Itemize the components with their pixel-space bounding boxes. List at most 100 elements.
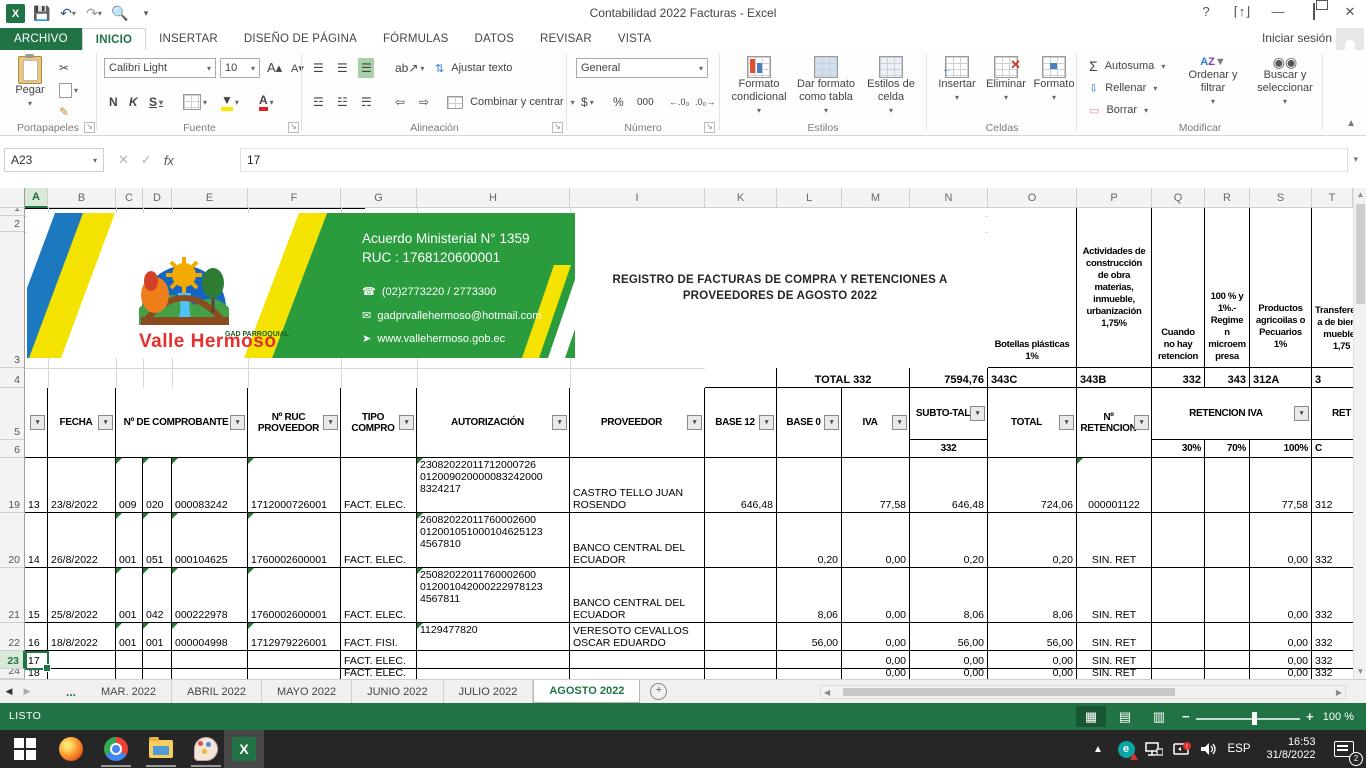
cell-L24[interactable] bbox=[777, 669, 842, 679]
cell-H23[interactable] bbox=[417, 651, 570, 669]
cell-N23[interactable]: 0,00 bbox=[910, 651, 988, 669]
cell-I20[interactable]: BANCO CENTRAL DEL ECUADOR bbox=[570, 513, 705, 568]
ribbon-tab-datos[interactable]: DATOS bbox=[461, 28, 527, 50]
cell-F24[interactable] bbox=[248, 669, 341, 679]
column-header-A[interactable]: A bbox=[25, 188, 48, 208]
cell-H21[interactable]: 25082022011760002600 0120010420002229781… bbox=[417, 568, 570, 623]
cell-Q21[interactable] bbox=[1152, 568, 1205, 623]
cell-M24[interactable]: 0,00 bbox=[842, 669, 910, 679]
filter-N-icon[interactable]: ▾ bbox=[970, 406, 985, 421]
sheet-tab-junio-2022[interactable]: JUNIO 2022 bbox=[352, 680, 444, 703]
column-header-C[interactable]: C bbox=[116, 188, 143, 208]
cell-K20[interactable] bbox=[705, 513, 777, 568]
increase-indent-icon[interactable]: ⇨ bbox=[416, 92, 432, 112]
clipboard-dialog-launcher-icon[interactable]: ↘ bbox=[84, 122, 95, 133]
cell-D22[interactable]: 001 bbox=[143, 623, 172, 651]
cell-H22[interactable]: 1129477820 bbox=[417, 623, 570, 651]
cell-F23[interactable] bbox=[248, 651, 341, 669]
ribbon-tab-archivo[interactable]: ARCHIVO bbox=[0, 28, 82, 50]
cell-F21[interactable]: 1760002600001 bbox=[248, 568, 341, 623]
cell-F20[interactable]: 1760002600001 bbox=[248, 513, 341, 568]
cell-K23[interactable] bbox=[705, 651, 777, 669]
cell-S21[interactable]: 0,00 bbox=[1250, 568, 1312, 623]
cell-S23[interactable]: 0,00 bbox=[1250, 651, 1312, 669]
cell-B20[interactable]: 26/8/2022 bbox=[48, 513, 116, 568]
table-header-A[interactable]: ▾ bbox=[25, 388, 48, 458]
cell-Q22[interactable] bbox=[1152, 623, 1205, 651]
name-box[interactable]: A23▾ bbox=[4, 148, 104, 172]
cell-I21[interactable]: BANCO CENTRAL DEL ECUADOR bbox=[570, 568, 705, 623]
align-bottom-icon[interactable]: ☰ bbox=[358, 58, 374, 78]
sheet-tabs-more[interactable] bbox=[36, 680, 56, 703]
help-button[interactable]: ? bbox=[1196, 4, 1216, 20]
sheet-tab-agosto-2022[interactable]: AGOSTO 2022 bbox=[533, 680, 640, 703]
filter-B-icon[interactable]: ▾ bbox=[98, 415, 113, 430]
column-header-G[interactable]: G bbox=[341, 188, 417, 208]
restore-button[interactable] bbox=[1304, 4, 1324, 20]
horizontal-scrollbar[interactable]: ◀ ▶ bbox=[820, 685, 1346, 699]
cell-A22[interactable]: 16 bbox=[25, 623, 48, 651]
scroll-right-icon[interactable]: ▶ bbox=[1336, 687, 1342, 698]
cell-Q4[interactable]: 332 bbox=[1152, 368, 1205, 388]
cell-P19[interactable]: 000001122 bbox=[1077, 458, 1152, 513]
cell-P20[interactable]: SIN. RET bbox=[1077, 513, 1152, 568]
column-header-S[interactable]: S bbox=[1250, 188, 1312, 208]
column-header-T[interactable]: T bbox=[1312, 188, 1353, 208]
ribbon-tab-vista[interactable]: VISTA bbox=[605, 28, 664, 50]
row-header-2[interactable]: 2 bbox=[0, 216, 25, 232]
italic-button[interactable]: K bbox=[126, 92, 141, 112]
fill-handle[interactable] bbox=[43, 664, 51, 672]
cell-O21[interactable]: 8,06 bbox=[988, 568, 1077, 623]
merge-center-button[interactable]: Combinar y centrar ▾ bbox=[444, 92, 578, 112]
clear-button[interactable]: ▭ Borrar ▾ bbox=[1086, 100, 1151, 120]
cell-L20[interactable]: 0,20 bbox=[777, 513, 842, 568]
network-icon[interactable] bbox=[1142, 730, 1166, 768]
new-sheet-button[interactable]: + bbox=[650, 680, 667, 703]
column-header-D[interactable]: D bbox=[143, 188, 172, 208]
table-header-B[interactable]: FECHA▾ bbox=[48, 388, 116, 458]
cell-M22[interactable]: 0,00 bbox=[842, 623, 910, 651]
insert-cells-button[interactable]: ← Insertar▾ bbox=[934, 56, 980, 104]
row-header-5[interactable]: 5 bbox=[0, 388, 25, 440]
cell-S22[interactable]: 0,00 bbox=[1250, 623, 1312, 651]
ribbon-tab-revisar[interactable]: REVISAR bbox=[527, 28, 605, 50]
cell-I23[interactable] bbox=[570, 651, 705, 669]
cell-T23[interactable]: 332 bbox=[1312, 651, 1353, 669]
cell-K22[interactable] bbox=[705, 623, 777, 651]
cell-C23[interactable] bbox=[116, 651, 143, 669]
cell-N20[interactable]: 0,20 bbox=[910, 513, 988, 568]
cell-Q23[interactable] bbox=[1152, 651, 1205, 669]
cell-T19[interactable]: 312 bbox=[1312, 458, 1353, 513]
cell-H24[interactable] bbox=[417, 669, 570, 679]
bold-button[interactable]: N bbox=[106, 92, 121, 112]
ribbon-display-options-button[interactable]: ⌈↑⌋ bbox=[1232, 4, 1252, 20]
cell-L23[interactable] bbox=[777, 651, 842, 669]
row-header-19[interactable]: 19 bbox=[0, 458, 25, 513]
cell-Q20[interactable] bbox=[1152, 513, 1205, 568]
cell-P21[interactable]: SIN. RET bbox=[1077, 568, 1152, 623]
band-header-Q[interactable]: Cuando no hay retencion bbox=[1152, 208, 1205, 368]
row-header-6[interactable]: 6 bbox=[0, 440, 25, 458]
zoom-level[interactable]: 100 % bbox=[1323, 711, 1354, 723]
sheet-tab-abril-2022[interactable]: ABRIL 2022 bbox=[172, 680, 262, 703]
table-header-G[interactable]: TIPO COMPRO▾ bbox=[341, 388, 417, 458]
align-left-icon[interactable]: ☲ bbox=[310, 92, 326, 112]
cell-styles-button[interactable]: Estilos de celda▾ bbox=[862, 56, 920, 117]
filter-I-icon[interactable]: ▾ bbox=[687, 415, 702, 430]
horizontal-scroll-thumb[interactable] bbox=[843, 688, 1175, 696]
table-header-M[interactable]: IVA▾ bbox=[842, 388, 910, 458]
filter-K-icon[interactable]: ▾ bbox=[759, 415, 774, 430]
cell-M20[interactable]: 0,00 bbox=[842, 513, 910, 568]
zoom-slider-thumb[interactable] bbox=[1252, 712, 1257, 725]
underline-button[interactable]: S▾ bbox=[146, 92, 166, 112]
band-header-R[interactable]: 100 % y 1%.- Regimen microempresa bbox=[1205, 208, 1250, 368]
firefox-icon[interactable] bbox=[58, 736, 84, 762]
format-painter-button[interactable]: ✎ bbox=[56, 102, 72, 122]
table-header-N[interactable]: SUBTO-TAL▾ bbox=[910, 388, 988, 440]
cell-L19[interactable] bbox=[777, 458, 842, 513]
cell-R24[interactable] bbox=[1205, 669, 1250, 679]
cell-E24[interactable] bbox=[172, 669, 248, 679]
cell-O22[interactable]: 56,00 bbox=[988, 623, 1077, 651]
sub-header-R[interactable]: 70% bbox=[1205, 440, 1250, 458]
row-header-22[interactable]: 22 bbox=[0, 623, 25, 651]
